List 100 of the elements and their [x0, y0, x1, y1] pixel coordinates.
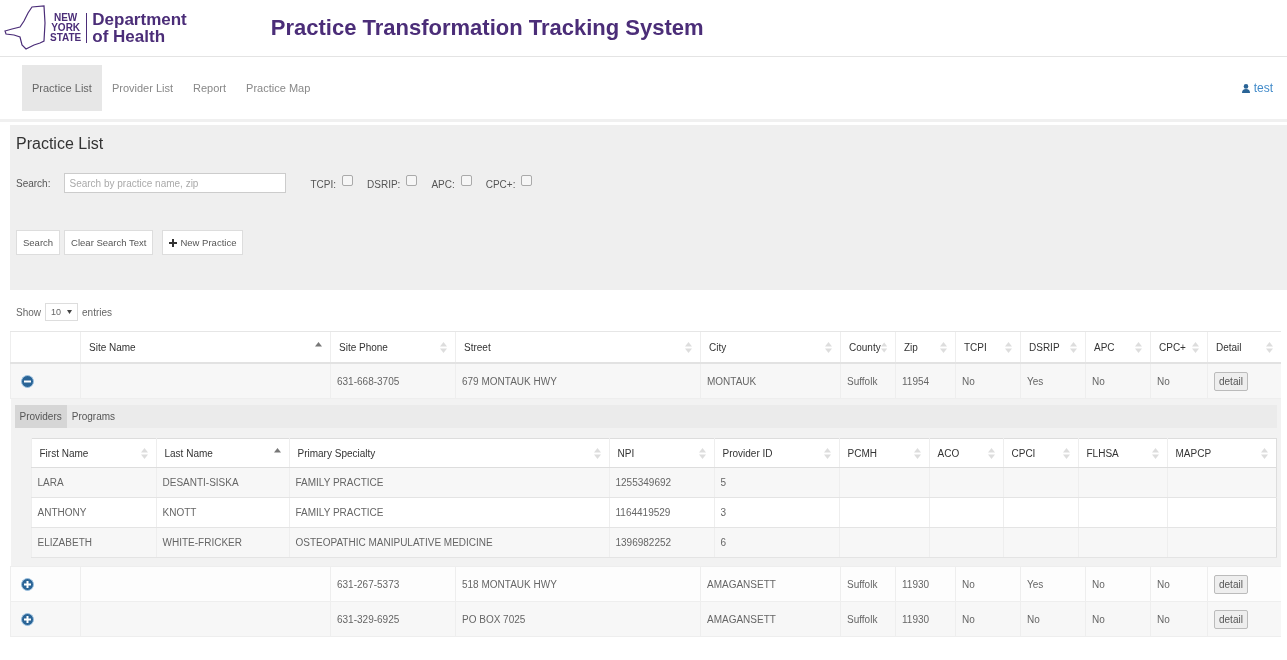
- logo-text: NEW: [53, 13, 78, 23]
- app-title: Practice Transformation Tracking System: [270, 15, 704, 41]
- table-cell: No: [1157, 375, 1170, 387]
- table-cell: Yes: [1027, 375, 1044, 387]
- table-cell: ANTHONY: [37, 507, 87, 518]
- table-cell: FAMILY PRACTICE: [295, 507, 384, 518]
- column-header[interactable]: First Name: [39, 447, 89, 459]
- filter-checkbox[interactable]: [406, 174, 418, 186]
- table-cell: No: [1092, 375, 1105, 387]
- table-cell: 679 MONTAUK HWY: [462, 375, 557, 387]
- table-cell: LARA: [37, 477, 64, 488]
- nav-tab[interactable]: Practice Map: [236, 65, 321, 111]
- table-cell: 11954: [902, 375, 930, 387]
- table-cell: Suffolk: [847, 578, 878, 590]
- table-cell: No: [962, 578, 975, 590]
- filter-checkbox[interactable]: [342, 174, 354, 186]
- nav-tab[interactable]: Practice List: [22, 65, 102, 111]
- table-cell: 631-329-6925: [337, 613, 400, 625]
- column-header[interactable]: City: [709, 341, 727, 353]
- column-header[interactable]: Street: [464, 341, 491, 353]
- filter-checkbox[interactable]: [460, 174, 472, 186]
- detail-button[interactable]: detail: [1214, 371, 1248, 391]
- table-cell: 1396982252: [615, 537, 672, 548]
- column-header[interactable]: Site Phone: [339, 341, 388, 353]
- column-header[interactable]: NPI: [617, 447, 635, 459]
- table-cell: DESANTI-SISKA: [162, 477, 239, 488]
- table-cell: 518 MONTAUK HWY: [462, 578, 557, 590]
- table-cell: No: [962, 613, 975, 625]
- action-button[interactable]: New Practice: [162, 230, 244, 255]
- action-button[interactable]: Search: [16, 230, 61, 255]
- department-name: of Health: [92, 28, 166, 45]
- column-header[interactable]: PCMH: [847, 447, 877, 459]
- table-cell: No: [962, 375, 975, 387]
- table-cell: No: [1157, 578, 1170, 590]
- minus-circle-icon[interactable]: [21, 374, 34, 388]
- detail-button[interactable]: detail: [1214, 574, 1248, 594]
- filter-label: CPC+:: [485, 178, 516, 190]
- table-cell: WHITE-FRICKER: [162, 537, 242, 548]
- search-label: Search:: [16, 177, 51, 189]
- column-header[interactable]: FLHSA: [1086, 447, 1119, 459]
- column-header[interactable]: Detail: [1216, 341, 1242, 353]
- detail-tab[interactable]: Providers: [14, 405, 67, 428]
- table-cell: OSTEOPATHIC MANIPULATIVE MEDICINE: [295, 537, 493, 548]
- department-name: Department: [92, 11, 187, 28]
- column-header[interactable]: TCPI: [964, 341, 987, 353]
- column-header[interactable]: Last Name: [164, 447, 213, 459]
- state-map-logo: [4, 5, 46, 51]
- table-cell: AMAGANSETT: [707, 613, 776, 625]
- filter-label: APC:: [431, 178, 455, 190]
- detail-tab[interactable]: Programs: [66, 405, 121, 428]
- entries-label: entries: [82, 306, 113, 318]
- column-header[interactable]: Primary Specialty: [297, 447, 376, 459]
- column-header[interactable]: DSRIP: [1029, 341, 1060, 353]
- detail-button[interactable]: detail: [1214, 609, 1248, 629]
- column-header[interactable]: ACO: [937, 447, 960, 459]
- table-cell: 1164419529: [615, 507, 671, 518]
- column-header[interactable]: Provider ID: [722, 447, 773, 459]
- nav-tab[interactable]: Report: [183, 65, 237, 111]
- table-cell: Suffolk: [847, 613, 878, 625]
- table-cell: ELIZABETH: [37, 537, 92, 548]
- table-cell: AMAGANSETT: [707, 578, 776, 590]
- table-cell: No: [1092, 578, 1105, 590]
- action-button[interactable]: Clear Search Text: [64, 230, 154, 255]
- column-header[interactable]: Zip: [904, 341, 918, 353]
- table-cell: Suffolk: [847, 375, 878, 387]
- filter-label: TCPI:: [310, 178, 337, 190]
- caret-icon: [67, 310, 73, 314]
- table-cell: 1255349692: [615, 477, 672, 488]
- table-cell: Yes: [1027, 578, 1044, 590]
- nav-tab[interactable]: Provider List: [101, 65, 184, 111]
- user-name[interactable]: test: [1253, 81, 1273, 95]
- entries-select[interactable]: 10: [45, 303, 79, 321]
- column-header[interactable]: Site Name: [89, 341, 136, 353]
- table-cell: PO BOX 7025: [462, 613, 526, 625]
- table-cell: 6: [720, 537, 727, 548]
- logo-text: YORK: [51, 23, 81, 33]
- show-label: Show: [16, 306, 41, 318]
- table-cell: 11930: [902, 613, 930, 625]
- column-header[interactable]: CPC+: [1159, 341, 1186, 353]
- logo-text: STATE: [50, 33, 82, 43]
- plus-circle-icon[interactable]: [21, 612, 34, 626]
- table-cell: MONTAUK: [707, 375, 757, 387]
- table-cell: FAMILY PRACTICE: [295, 477, 384, 488]
- column-header[interactable]: APC: [1094, 341, 1115, 353]
- table-cell: 3: [720, 507, 727, 518]
- plus-circle-icon[interactable]: [21, 577, 34, 591]
- table-cell: No: [1027, 613, 1040, 625]
- table-cell: KNOTT: [162, 507, 197, 518]
- filter-label: DSRIP:: [367, 178, 401, 190]
- user-icon: [1241, 83, 1250, 93]
- column-header[interactable]: MAPCP: [1175, 447, 1212, 459]
- section-title: Practice List: [16, 135, 105, 153]
- table-cell: 631-668-3705: [337, 375, 400, 387]
- search-field[interactable]: Search by practice name, zip: [64, 173, 287, 193]
- column-header[interactable]: CPCI: [1011, 447, 1036, 459]
- table-cell: No: [1092, 613, 1105, 625]
- table-cell: 631-267-5373: [337, 578, 400, 590]
- plus-icon: [169, 238, 178, 247]
- filter-checkbox[interactable]: [521, 174, 533, 186]
- table-cell: 11930: [902, 578, 930, 590]
